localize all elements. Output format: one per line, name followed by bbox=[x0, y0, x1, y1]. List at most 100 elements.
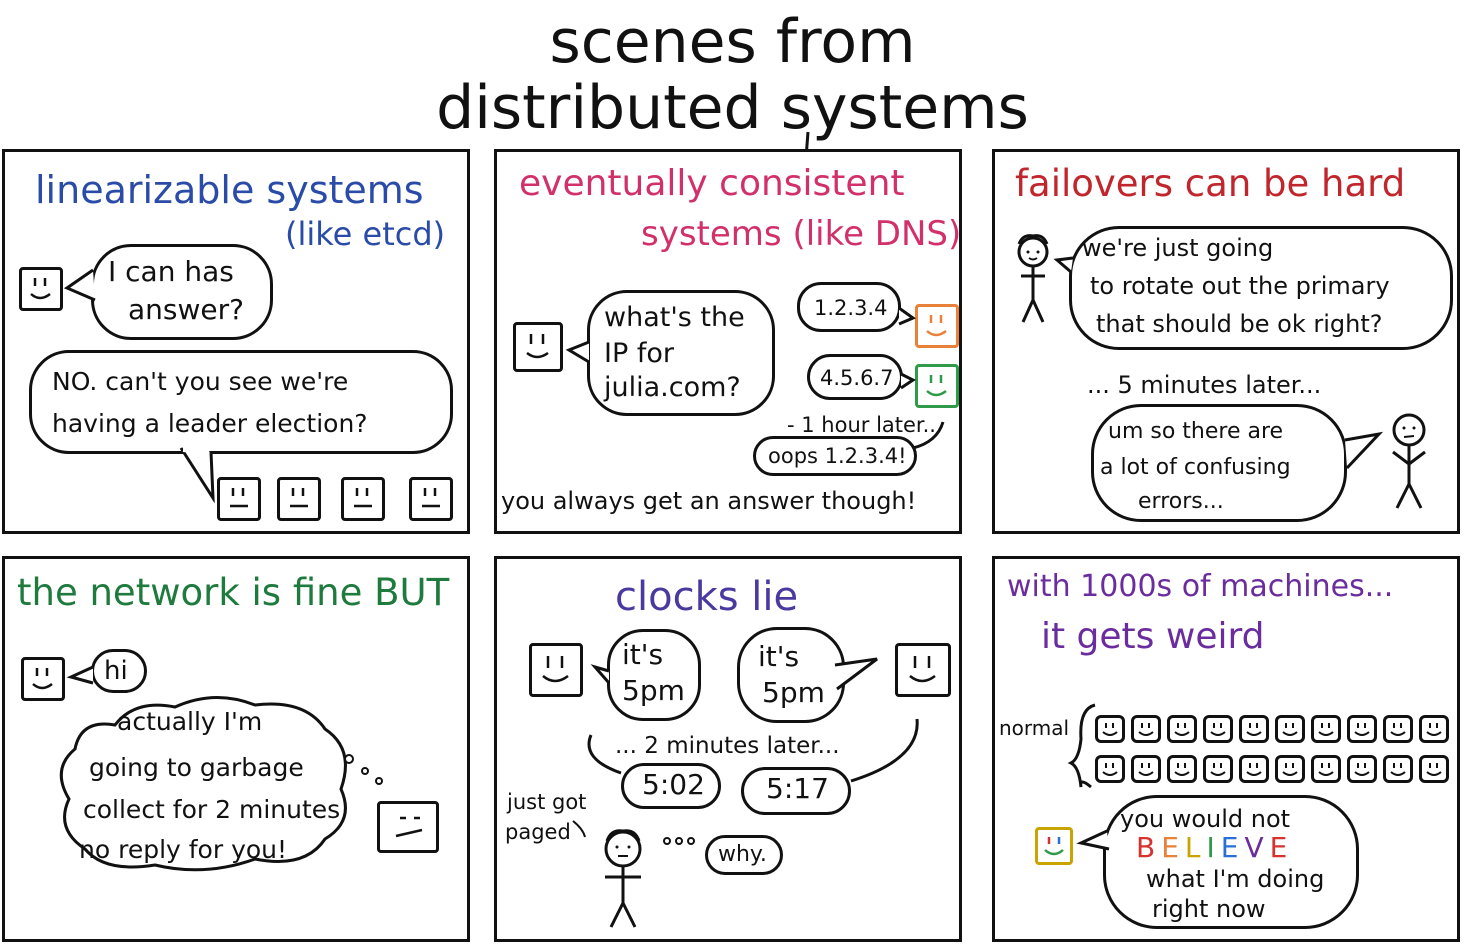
neutral-face-icon bbox=[277, 477, 321, 521]
machine-face-icon bbox=[1131, 715, 1161, 743]
machine-face-icon bbox=[1275, 755, 1305, 783]
question-bubble: what's the IP for julia.com? bbox=[587, 290, 775, 416]
panel-title: clocks lie bbox=[615, 574, 799, 620]
paged-caption: just got bbox=[507, 790, 587, 814]
machine-face-icon bbox=[1311, 755, 1341, 783]
bubble-line: 4.5.6.7 bbox=[820, 366, 894, 390]
thought-line: collect for 2 minutes bbox=[83, 795, 341, 824]
rainbow-smiley-icon bbox=[1035, 827, 1073, 865]
machine-face-icon bbox=[1095, 755, 1125, 783]
believe-letter: V bbox=[1244, 831, 1270, 864]
hi-bubble: hi bbox=[91, 649, 147, 693]
machine-face-icon bbox=[1239, 715, 1269, 743]
smiley-face-icon bbox=[21, 657, 65, 701]
machine-face-icon bbox=[1275, 715, 1305, 743]
believe-bubble: you would not BELIEVE what I'm doing rig… bbox=[1103, 795, 1359, 929]
smiley-face-icon bbox=[529, 643, 583, 697]
machine-face-icon bbox=[1095, 715, 1125, 743]
bubble-line: 5pm bbox=[622, 674, 685, 707]
reply-bubble: um so there are a lot of confusing error… bbox=[1091, 404, 1347, 522]
panel-network: the network is fine BUT hi actually I'm … bbox=[2, 556, 470, 942]
smiley-face-icon bbox=[895, 643, 951, 697]
sleepy-face-icon bbox=[377, 801, 439, 853]
bubble-line: that should be ok right? bbox=[1096, 310, 1383, 338]
panel-title: the network is fine BUT bbox=[17, 571, 450, 614]
time-bubble-right: 5:17 bbox=[741, 767, 851, 815]
comic-title-line1: scenes from bbox=[549, 7, 916, 77]
bubble-line: a lot of confusing bbox=[1100, 455, 1291, 480]
comic-title-line2: distributed systems bbox=[436, 73, 1029, 143]
thought-line: actually I'm bbox=[117, 707, 263, 736]
machine-face-icon bbox=[1203, 715, 1233, 743]
clock-bubble-right: it's 5pm bbox=[737, 627, 845, 723]
neutral-face-icon bbox=[409, 477, 453, 521]
bubble-line: I can has bbox=[108, 255, 234, 288]
bubble-line: what's the bbox=[604, 302, 745, 333]
smiley-face-icon bbox=[19, 267, 63, 311]
answer-bubble: 4.5.6.7 bbox=[807, 354, 903, 400]
machine-face-icon bbox=[1383, 715, 1413, 743]
bubble-line: julia.com? bbox=[604, 372, 741, 403]
panel-subtitle: (like etcd) bbox=[285, 215, 446, 253]
panel-subtitle: it gets weird bbox=[1041, 616, 1265, 657]
panel-footer: you always get an answer though! bbox=[501, 487, 917, 515]
normal-label: normal bbox=[999, 716, 1070, 740]
bubble-line: why. bbox=[718, 842, 767, 867]
believe-letter: I bbox=[1206, 831, 1221, 864]
bubble-line: oops 1.2.3.4! bbox=[768, 444, 907, 468]
bubble-line: to rotate out the primary bbox=[1090, 272, 1390, 300]
believe-word: BELIEVE bbox=[1136, 832, 1293, 864]
bubble-line: 5:02 bbox=[642, 768, 705, 801]
panel-title: failovers can be hard bbox=[1015, 162, 1406, 205]
smiley-face-icon bbox=[513, 322, 563, 372]
machine-face-icon bbox=[1239, 755, 1269, 783]
panel-failovers: failovers can be hard we're just going t… bbox=[992, 149, 1460, 534]
bubble-line: having a leader election? bbox=[52, 409, 368, 438]
panel-eventually-consistent: eventually consistent systems (like DNS)… bbox=[494, 149, 962, 534]
machine-face-icon bbox=[1419, 715, 1449, 743]
bubble-line: 1.2.3.4 bbox=[814, 296, 888, 320]
bubble-line: it's bbox=[758, 640, 800, 673]
panel-thousands: with 1000s of machines... it gets weird … bbox=[992, 556, 1460, 942]
bubble-line: you would not bbox=[1120, 805, 1291, 833]
neutral-face-icon bbox=[341, 477, 385, 521]
machine-face-icon bbox=[1347, 755, 1377, 783]
neutral-face-icon bbox=[217, 477, 261, 521]
time-bubble-left: 5:02 bbox=[621, 763, 721, 809]
bubble-line: IP for bbox=[604, 338, 674, 369]
bubble-line: hi bbox=[104, 656, 128, 686]
believe-letter: E bbox=[1269, 831, 1294, 864]
bubble-line: we're just going bbox=[1082, 234, 1274, 262]
bubble-line: right now bbox=[1152, 895, 1266, 923]
panel-linearizable: linearizable systems (like etcd) I can h… bbox=[2, 149, 470, 534]
believe-letter: B bbox=[1136, 831, 1162, 864]
bubble-line: answer? bbox=[128, 293, 244, 326]
believe-letter: E bbox=[1161, 831, 1185, 864]
thought-cloud bbox=[59, 665, 383, 872]
paged-caption: paged bbox=[505, 820, 571, 844]
machine-grid bbox=[1095, 715, 1455, 795]
machine-face-icon bbox=[1347, 715, 1377, 743]
bubble-line: what I'm doing bbox=[1146, 865, 1325, 893]
bubble-line: NO. can't you see we're bbox=[52, 367, 349, 396]
panel-clocks: clocks lie it's 5pm it's 5pm ... 2 minut… bbox=[494, 556, 962, 942]
bubble-line: 5:17 bbox=[766, 772, 829, 805]
bubble-line: 5pm bbox=[762, 676, 825, 709]
orange-smiley-icon bbox=[915, 304, 959, 348]
answer-bubble: 1.2.3.4 bbox=[797, 282, 901, 332]
green-smiley-icon bbox=[915, 364, 959, 408]
panel-title: linearizable systems bbox=[35, 168, 424, 212]
clock-bubble-left: it's 5pm bbox=[607, 629, 701, 721]
machine-face-icon bbox=[1167, 715, 1197, 743]
bubble-line: it's bbox=[622, 638, 664, 671]
bubble-line: um so there are bbox=[1108, 419, 1284, 444]
thought-line: going to garbage bbox=[89, 753, 304, 782]
machine-face-icon bbox=[1311, 715, 1341, 743]
time-caption: ... 2 minutes later... bbox=[615, 733, 840, 759]
reply-bubble: NO. can't you see we're having a leader … bbox=[29, 350, 453, 454]
oops-bubble: oops 1.2.3.4! bbox=[753, 436, 917, 476]
machine-face-icon bbox=[1383, 755, 1413, 783]
machine-face-icon bbox=[1419, 755, 1449, 783]
believe-letter: L bbox=[1184, 831, 1207, 864]
why-bubble: why. bbox=[705, 835, 783, 875]
